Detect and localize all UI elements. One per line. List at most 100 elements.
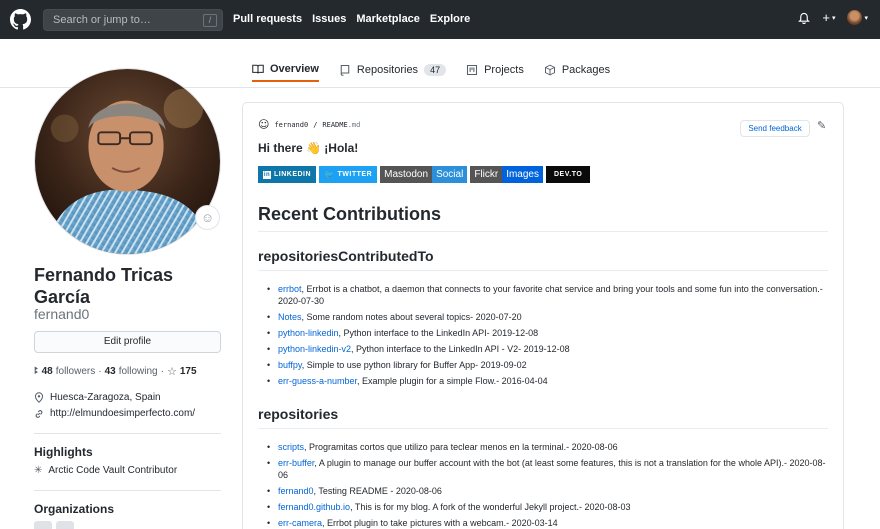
flickr-badge[interactable]: Flickr Images: [470, 166, 543, 183]
organization-avatar[interactable]: [34, 521, 52, 529]
section-divider: [258, 270, 828, 271]
devto-badge[interactable]: DEV.TO: [546, 166, 591, 183]
list-item: errbot, Errbot is a chatbot, a daemon th…: [267, 283, 826, 307]
flickr-badge-right: Images: [502, 166, 543, 183]
tab-label: Packages: [561, 64, 611, 76]
twitter-badge[interactable]: 🐦 TWITTER: [319, 166, 378, 183]
tab-packages[interactable]: Packages: [544, 58, 610, 82]
profile-username: fernand0: [34, 306, 90, 322]
list-item: buffpy, Simple to use python library for…: [267, 359, 826, 371]
repo-link[interactable]: Notes: [278, 312, 302, 322]
readme-filename[interactable]: README: [322, 121, 347, 129]
website-link[interactable]: http://elmundoesimperfecto.com/: [50, 408, 195, 419]
profile-location: Huesca-Zaragoza, Spain: [34, 392, 161, 403]
repo-link[interactable]: err-buffer: [278, 458, 314, 468]
repo-description: , Simple to use python library for Buffe…: [301, 360, 527, 370]
profile-photo: [35, 69, 220, 254]
profile-tabs: Overview Repositories 47 Projects Packag…: [252, 58, 610, 82]
nav-issues[interactable]: Issues: [312, 13, 346, 25]
top-navigation: Search or jump to… / Pull requests Issue…: [0, 0, 880, 39]
list-item: fernand0.github.io, This is for my blog.…: [267, 501, 826, 513]
mastodon-badge-right: Social: [432, 166, 468, 183]
list-item: python-linkedin-v2, Python interface to …: [267, 343, 826, 355]
location-text: Huesca-Zaragoza, Spain: [50, 392, 161, 403]
readme-owner[interactable]: fernand0: [274, 121, 308, 129]
separator: ·: [98, 366, 102, 377]
book-icon: [252, 64, 264, 74]
contributed-repos-list: errbot, Errbot is a chatbot, a daemon th…: [267, 283, 826, 391]
nav-explore[interactable]: Explore: [430, 13, 470, 25]
list-item: err-guess-a-number, Example plugin for a…: [267, 375, 826, 387]
repo-link[interactable]: buffpy: [278, 360, 302, 370]
nav-actions: + ▾ ▾: [798, 10, 868, 25]
list-item: err-camera, Errbot plugin to take pictur…: [267, 517, 826, 529]
star-icon: ☆: [166, 366, 177, 378]
highlight-text[interactable]: Arctic Code Vault Contributor: [48, 465, 177, 476]
heading-divider: [258, 231, 828, 232]
mastodon-badge-left: Mastodon: [380, 166, 433, 183]
github-logo-icon[interactable]: [10, 9, 31, 30]
section-heading: repositories: [258, 406, 339, 422]
search-placeholder: Search or jump to…: [53, 14, 151, 26]
edit-pencil-icon[interactable]: ✎: [817, 119, 826, 132]
repo-description: , This is for my blog. A fork of the won…: [350, 502, 631, 512]
organization-avatar[interactable]: [56, 521, 74, 529]
plus-icon: +: [822, 10, 830, 25]
twitter-badge-label: TWITTER: [337, 171, 373, 178]
chevron-down-icon: ▾: [864, 14, 868, 22]
global-nav-links: Pull requests Issues Marketplace Explore: [233, 13, 470, 25]
nav-marketplace[interactable]: Marketplace: [356, 13, 420, 25]
search-shortcut-key: /: [203, 13, 217, 27]
repo-link[interactable]: fernand0.github.io: [278, 502, 350, 512]
repo-description: , Python interface to the LinkedIn API- …: [338, 328, 539, 338]
list-item: fernand0, Testing README - 2020-08-06: [267, 485, 826, 497]
nav-pull-requests[interactable]: Pull requests: [233, 13, 302, 25]
user-menu[interactable]: ▾: [847, 10, 868, 25]
repo-link[interactable]: python-linkedin-v2: [278, 344, 351, 354]
edit-profile-button[interactable]: Edit profile: [34, 331, 221, 353]
separator: ·: [160, 366, 164, 377]
follow-stats: ꔪ 48 followers · 43 following · ☆ 175: [34, 365, 197, 378]
repo-link[interactable]: python-linkedin: [278, 328, 339, 338]
create-new-menu[interactable]: + ▾: [822, 10, 835, 25]
repo-link[interactable]: err-guess-a-number: [278, 376, 357, 386]
package-icon: [544, 64, 555, 76]
chevron-down-icon: ▾: [831, 14, 836, 22]
repo-link[interactable]: scripts: [278, 442, 304, 452]
followers-count[interactable]: 48: [42, 366, 53, 377]
sidebar-divider: [34, 490, 221, 491]
tab-label: Overview: [270, 63, 319, 75]
readme-path: ☺ fernand0 / README.md: [258, 118, 360, 131]
link-icon: [35, 409, 43, 418]
bell-icon[interactable]: [798, 11, 811, 24]
set-status-smiley-icon[interactable]: ☺: [195, 205, 220, 230]
mastodon-badge[interactable]: Mastodon Social: [380, 166, 468, 183]
search-input[interactable]: Search or jump to… /: [43, 9, 223, 31]
stars-count[interactable]: 175: [180, 366, 197, 377]
repo-description: , Testing README - 2020-08-06: [313, 486, 442, 496]
profile-avatar[interactable]: [34, 68, 221, 255]
repo-description: , Programitas cortos que utilizo para te…: [304, 442, 618, 452]
tab-overview[interactable]: Overview: [252, 58, 319, 82]
tab-repositories[interactable]: Repositories 47: [339, 58, 447, 82]
repo-link[interactable]: errbot: [278, 284, 302, 294]
repo-icon: [340, 64, 350, 76]
location-icon: [34, 392, 44, 403]
tab-projects[interactable]: Projects: [466, 58, 524, 82]
own-repos-list: scripts, Programitas cortos que utilizo …: [267, 441, 826, 529]
following-label[interactable]: following: [119, 366, 158, 377]
repository-count-badge: 47: [424, 64, 447, 76]
tab-label: Projects: [484, 64, 524, 76]
section-divider: [258, 428, 828, 429]
linkedin-badge[interactable]: in LINKEDIN: [258, 166, 317, 183]
followers-label[interactable]: followers: [56, 366, 95, 377]
people-icon: ꔪ: [34, 366, 39, 377]
repo-description: , Python interface to the LinkedIn API -…: [351, 344, 570, 354]
send-feedback-button[interactable]: Send feedback: [740, 120, 810, 137]
highlight-item: ✳ Arctic Code Vault Contributor: [34, 465, 177, 476]
organization-list: [34, 521, 74, 529]
readme-extension: .md: [347, 120, 361, 129]
repo-link[interactable]: err-camera: [278, 518, 322, 528]
repo-link[interactable]: fernand0: [278, 486, 314, 496]
following-count[interactable]: 43: [105, 366, 116, 377]
